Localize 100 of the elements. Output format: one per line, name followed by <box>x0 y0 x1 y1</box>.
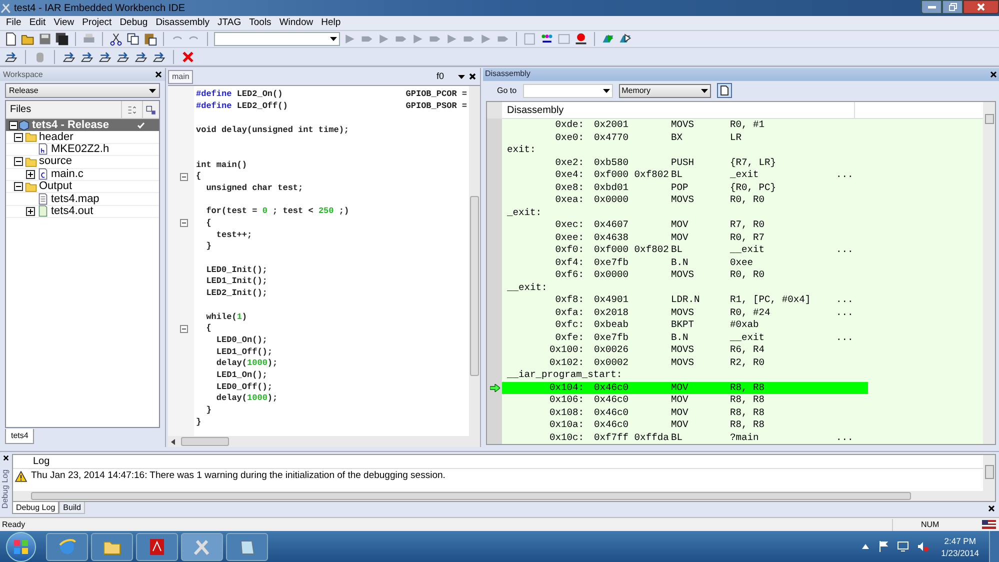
taskbar-button[interactable] <box>46 532 88 560</box>
instruction-row[interactable]: 0xe0: 0x4770 BX LR <box>502 132 868 144</box>
instruction-row[interactable]: 0x108: 0x46c0 MOV R8, R8 <box>502 406 868 419</box>
scrollbar-thumb[interactable] <box>984 114 994 124</box>
stop-debugging-icon[interactable] <box>181 50 195 64</box>
instruction-row[interactable]: 0xec: 0x4607 MOV R7, R0 <box>502 219 868 232</box>
instruction-row[interactable]: 0xf4: 0xe7fb B.N 0xee <box>502 256 868 269</box>
goto-field[interactable] <box>522 84 613 98</box>
instruction-row[interactable]: 0x104: 0x46c0 MOV R8, R8 <box>502 382 868 394</box>
flag-icon[interactable] <box>879 541 890 552</box>
menu-item[interactable]: Help <box>317 16 345 30</box>
options-button[interactable] <box>716 83 732 98</box>
step-over-icon[interactable] <box>62 50 76 64</box>
instruction-row[interactable]: 0xe8: 0xbd01 POP {R0, PC} <box>502 182 868 194</box>
instruction-row[interactable]: 0x10a: 0x46c0 MOV R8, R8 <box>502 419 868 432</box>
instruction-row[interactable]: 0xfc: 0xbeab BKPT #0xab <box>502 319 868 332</box>
next-statement-icon[interactable] <box>116 50 130 64</box>
instruction-row[interactable]: 0x100: 0x0026 MOVS R6, R4 <box>502 344 868 356</box>
tree-row[interactable]: tets4 - Release <box>6 119 159 132</box>
collapse-icon[interactable] <box>14 182 23 192</box>
horizontal-scrollbar[interactable] <box>13 491 983 501</box>
instruction-row[interactable]: 0xea: 0x0000 MOVS R0, R0 <box>502 194 868 206</box>
scrollbar-thumb[interactable] <box>470 196 479 376</box>
fold-icon[interactable] <box>180 324 188 333</box>
restore-button[interactable] <box>942 0 963 14</box>
taskbar-button[interactable] <box>226 532 268 560</box>
menu-item[interactable]: Window <box>275 16 318 30</box>
menu-item[interactable]: Debug <box>116 16 152 30</box>
menu-item[interactable]: Tools <box>245 16 276 30</box>
close-icon[interactable] <box>3 455 9 461</box>
panel-tab[interactable]: Debug Log <box>12 502 60 514</box>
run-to-cursor-icon[interactable] <box>134 50 148 64</box>
save-all-icon[interactable] <box>55 32 69 46</box>
tree-item[interactable]: main.c <box>51 168 84 180</box>
dropdown-arrow-icon[interactable] <box>458 74 465 78</box>
menu-item[interactable]: File <box>2 16 26 30</box>
show-hidden-icons-icon[interactable] <box>862 544 870 549</box>
menu-item[interactable]: JTAG <box>214 16 246 30</box>
cut-icon[interactable] <box>109 32 123 46</box>
instruction-row[interactable]: 0xe2: 0xb580 PUSH {R7, LR} <box>502 156 868 169</box>
fold-icon[interactable] <box>180 219 188 228</box>
tree-item[interactable]: header <box>39 132 74 143</box>
menu-item[interactable]: Disassembly <box>152 16 214 30</box>
close-icon[interactable] <box>988 505 995 512</box>
panel-tab[interactable]: Build <box>59 502 85 514</box>
collapse-icon[interactable] <box>14 157 23 166</box>
save-icon[interactable] <box>38 32 52 46</box>
menu-item[interactable]: Project <box>78 16 116 30</box>
taskbar-button[interactable] <box>181 532 223 560</box>
scroll-left-icon[interactable] <box>171 438 175 444</box>
step-out-icon[interactable] <box>98 50 112 64</box>
tree-item[interactable]: MKE02Z2.h <box>51 144 110 155</box>
project-name[interactable]: tets4 - Release <box>32 120 130 131</box>
taskbar-button[interactable] <box>91 532 133 560</box>
memory-dropdown[interactable]: Memory <box>618 84 711 98</box>
instruction-row[interactable]: 0xde: 0x2001 MOVS R0, #1 <box>502 119 868 132</box>
tree-item[interactable]: tets4.out <box>51 206 94 217</box>
horizontal-scrollbar[interactable] <box>168 436 469 447</box>
vertical-scrollbar[interactable] <box>983 455 995 501</box>
scrollbar-thumb[interactable] <box>181 437 229 446</box>
copy-icon[interactable] <box>126 32 140 46</box>
minimize-button[interactable] <box>921 0 942 14</box>
workspace-tab[interactable]: tets4 <box>5 429 34 444</box>
vertical-scrollbar[interactable] <box>983 102 995 444</box>
scrollbar-thumb[interactable] <box>984 465 994 479</box>
instruction-row[interactable]: 0x10c: 0xf7ff 0xffda BL ?main ... <box>502 432 868 444</box>
instruction-row[interactable]: 0xfe: 0xe7fb B.N __exit ... <box>502 332 868 344</box>
tree-item[interactable]: Output <box>39 181 72 192</box>
menu-item[interactable]: Edit <box>25 16 50 30</box>
tree-item[interactable]: tets4.map <box>51 194 100 205</box>
instruction-row[interactable]: 0xf8: 0x4901 LDR.N R1, [PC, #0x4] ... <box>502 294 868 306</box>
start-button[interactable] <box>6 532 36 562</box>
fold-icon[interactable] <box>180 172 188 181</box>
instruction-row[interactable]: 0xee: 0x4638 MOV R0, R7 <box>502 232 868 244</box>
speaker-muted-icon[interactable] <box>917 541 930 552</box>
collapse-icon[interactable] <box>9 120 18 130</box>
paste-icon[interactable] <box>143 32 157 46</box>
close-icon[interactable] <box>469 73 476 80</box>
instruction-row[interactable]: 0xfa: 0x2018 MOVS R0, #24 ... <box>502 306 868 319</box>
configuration-dropdown[interactable]: Release <box>5 83 160 98</box>
instruction-row[interactable]: 0xf6: 0x0000 MOVS R0, R0 <box>502 269 868 282</box>
instruction-row[interactable]: 0xf0: 0xf000 0xf802 BL __exit ... <box>502 244 868 256</box>
tree-item[interactable]: source <box>39 156 72 168</box>
instruction-row[interactable]: 0x106: 0x46c0 MOV R8, R8 <box>502 394 868 406</box>
expand-icon[interactable] <box>26 206 35 216</box>
menu-item[interactable]: View <box>50 16 78 30</box>
instruction-row[interactable]: 0x102: 0x0002 MOVS R2, R0 <box>502 356 868 369</box>
close-icon[interactable] <box>990 70 997 78</box>
monitor-icon[interactable] <box>897 541 910 552</box>
file-tab[interactable]: main <box>168 70 194 84</box>
columns-icon[interactable] <box>146 104 156 114</box>
collapse-icon[interactable] <box>14 132 23 142</box>
scrollbar-thumb[interactable] <box>31 492 911 500</box>
close-icon[interactable] <box>155 71 162 78</box>
options-icon[interactable] <box>127 104 137 114</box>
reset-icon[interactable] <box>4 50 18 64</box>
vertical-scrollbar[interactable] <box>469 86 480 447</box>
close-button[interactable] <box>963 0 999 14</box>
expand-icon[interactable] <box>26 170 35 179</box>
go-icon[interactable] <box>152 50 166 64</box>
